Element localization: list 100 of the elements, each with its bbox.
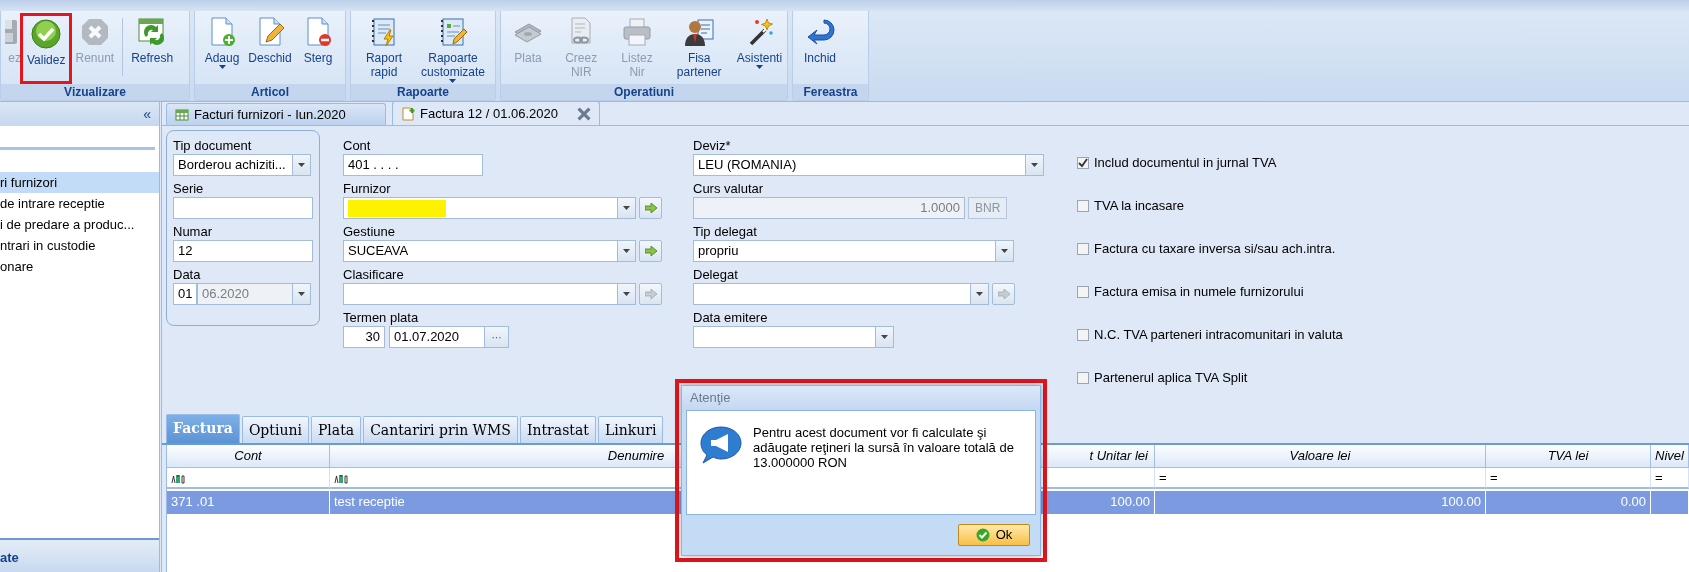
check-mark-icon: [1078, 158, 1088, 168]
field-label: Clasificare: [343, 266, 405, 283]
caret-icon: [755, 65, 763, 70]
days-field[interactable]: 30: [343, 326, 385, 348]
toolbar-button[interactable]: Raport rapid: [355, 14, 413, 84]
checkbox[interactable]: [1077, 286, 1089, 298]
caret-icon: [623, 292, 630, 296]
toolbar-button[interactable]: Refresh: [127, 14, 178, 84]
panel-title[interactable]: ate: [0, 550, 19, 565]
table-cell: 100.00: [1155, 491, 1486, 514]
checkbox[interactable]: [1077, 200, 1089, 212]
toolbar-button[interactable]: Rapoarte customizate: [414, 14, 491, 84]
toolbar-button[interactable]: Adaug: [199, 14, 245, 84]
check-icon: [975, 528, 990, 542]
toolbar-button[interactable]: Deschid: [247, 14, 293, 84]
tab-label: Factura 12 / 01.06.2020: [420, 104, 559, 123]
tab[interactable]: Cantariri prin WMS: [363, 416, 518, 443]
field-label: Deviz*: [693, 137, 732, 154]
caret-icon: [1031, 163, 1038, 167]
filter-cell[interactable]: =: [1651, 468, 1689, 489]
group-label: Fereastra: [793, 84, 868, 100]
go-button[interactable]: [639, 240, 662, 262]
tree-item[interactable]: de intrare receptie: [0, 193, 159, 214]
table-cell: 0.00: [1486, 491, 1651, 514]
person-icon: [683, 16, 716, 48]
column-header[interactable]: TVA lei: [1486, 445, 1651, 468]
checkbox[interactable]: [1077, 372, 1089, 384]
tab[interactable]: Linkuri: [597, 416, 664, 443]
column-header[interactable]: Valoare lei: [1155, 445, 1486, 468]
checkbox-label: Includ documentul in jurnal TVA: [1094, 154, 1277, 173]
tab[interactable]: Optiuni: [241, 416, 309, 443]
document-star-icon: [401, 106, 415, 121]
column-header[interactable]: Nivel: [1651, 445, 1689, 468]
dropdown-field[interactable]: propriu: [693, 240, 1014, 262]
dropdown-field[interactable]: LEU (ROMANIA): [693, 154, 1044, 176]
checkbox-label: Partenerul aplica TVA Split: [1094, 369, 1248, 388]
field-label: Curs valutar: [693, 180, 765, 197]
toolbar-button[interactable]: Validez: [23, 16, 70, 81]
dropdown-field[interactable]: [343, 283, 636, 305]
tree-item[interactable]: onare: [0, 256, 159, 277]
toolbar-button[interactable]: Sterg: [295, 14, 341, 84]
collapse-button[interactable]: «: [143, 103, 151, 125]
ellipsis-button[interactable]: ···: [484, 327, 508, 347]
caret-icon: [298, 292, 305, 296]
arrow-icon: [644, 289, 657, 299]
field-label: Tip delegat: [693, 223, 758, 240]
tab-label: Facturi furnizori - Iun.2020: [194, 105, 346, 124]
dropdown-field[interactable]: [343, 197, 636, 219]
document-tab[interactable]: Factura 12 / 01.06.2020: [392, 101, 601, 125]
tree-item[interactable]: i de predare a produc...: [0, 214, 159, 235]
tree-item[interactable]: ntrari in custodie: [0, 235, 159, 256]
filter-cell[interactable]: =: [1486, 468, 1651, 489]
group-label: Rapoarte: [351, 84, 495, 100]
go-button[interactable]: [639, 197, 662, 219]
ok-button[interactable]: Ok: [958, 524, 1030, 546]
checkbox-label: TVA la incasare: [1094, 197, 1185, 216]
table-cell: 371 .01: [167, 491, 330, 514]
input-field[interactable]: 12: [173, 240, 313, 262]
toolbar-button[interactable]: Fisa partener: [664, 14, 734, 84]
table-icon: [175, 107, 189, 122]
dropdown-field[interactable]: [693, 283, 989, 305]
field-label: Data emitere: [693, 309, 769, 326]
dropdown-field[interactable]: Borderou achiziti...: [173, 154, 311, 176]
date-field[interactable]: 01.07.2020 ···: [389, 326, 509, 348]
caret-icon: [298, 163, 305, 167]
dropdown-field[interactable]: [693, 326, 894, 348]
document-tab[interactable]: Facturi furnizori - Iun.2020: [166, 103, 386, 125]
field-label: Gestiune: [343, 223, 397, 240]
checkbox-label: Factura cu taxare inversa si/sau ach.intra.: [1094, 240, 1336, 259]
tree-item[interactable]: ri furnizori: [0, 172, 159, 193]
caret-icon: [623, 249, 630, 253]
field-label: Delegat: [693, 266, 739, 283]
caret-icon: [1001, 249, 1008, 253]
toolbar-button[interactable]: Asistenti: [735, 14, 783, 84]
toolbar-button[interactable]: Inchid: [797, 14, 843, 84]
field-label: Tip document: [173, 137, 253, 154]
checkbox[interactable]: [1077, 329, 1089, 341]
caret-icon: [623, 206, 630, 210]
input-field[interactable]: [173, 197, 313, 219]
input-field[interactable]: 401 . . . .: [343, 154, 483, 176]
checkbox[interactable]: [1077, 243, 1089, 255]
checkbox[interactable]: [1077, 157, 1089, 169]
arrow-icon: [997, 289, 1010, 299]
group-label: Vizualizare: [1, 84, 189, 100]
field-label: Cont: [343, 137, 372, 154]
filter-cell[interactable]: [167, 468, 330, 489]
arrow-icon: [644, 246, 657, 256]
tab[interactable]: Intrastat: [519, 416, 596, 443]
dropdown-field[interactable]: SUCEAVA: [343, 240, 636, 262]
tab[interactable]: Plata: [310, 416, 362, 443]
field-label: Furnizor: [343, 180, 392, 197]
field-label: Data: [173, 266, 202, 283]
filter-cell[interactable]: =: [1155, 468, 1486, 489]
caret-icon: [881, 335, 888, 339]
group-label: Operatiuni: [501, 84, 787, 100]
caret-icon: [976, 292, 983, 296]
column-header[interactable]: Cont: [167, 445, 330, 468]
field-label: Serie: [173, 180, 205, 197]
caret-icon: [218, 65, 226, 70]
checkbox-label: N.C. TVA parteneri intracomunitari in valuta: [1094, 326, 1343, 345]
